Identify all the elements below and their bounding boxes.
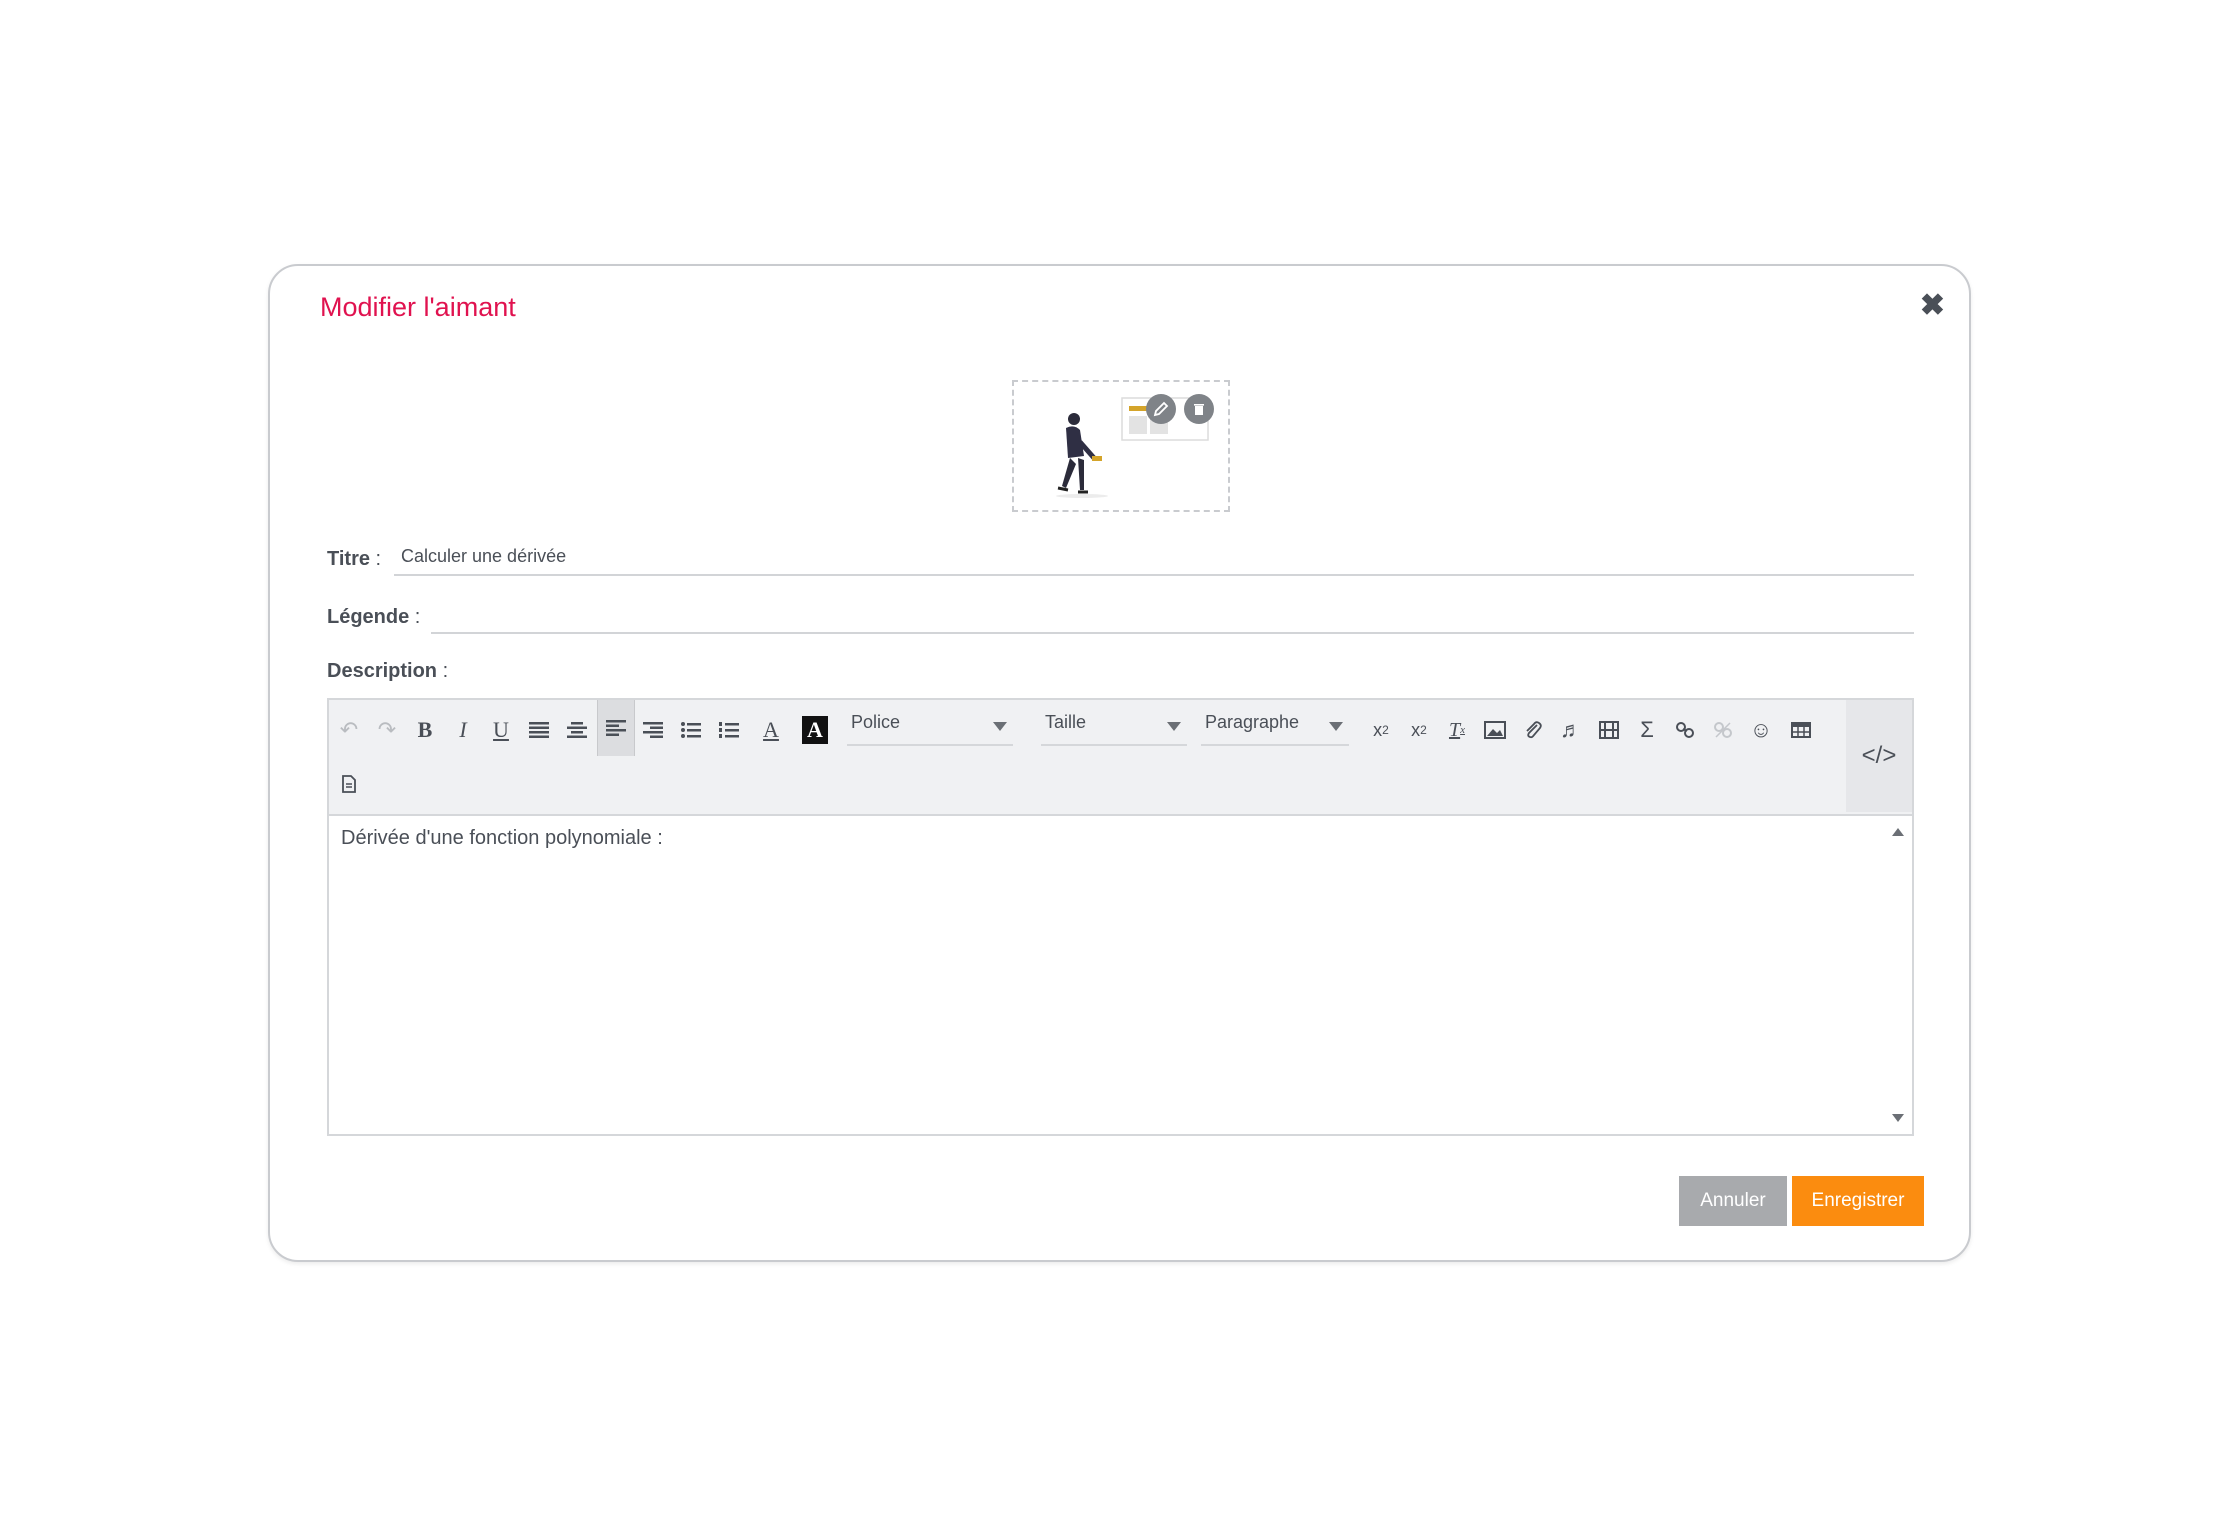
font-family-value: Police (851, 712, 901, 732)
unlink-icon[interactable] (1705, 706, 1741, 754)
code-icon: </> (1861, 742, 1897, 769)
rich-text-editor: ↶ ↷ B I U A A Police Taille Paragraphe x… (327, 698, 1914, 1136)
formula-icon[interactable]: Σ (1629, 706, 1665, 754)
font-size-select[interactable]: Taille (1041, 712, 1187, 746)
editor-content-area[interactable]: Dérivée d'une fonction polynomiale : (329, 814, 1912, 1134)
description-label-text: Description (327, 660, 438, 682)
title-input[interactable]: Calculer une dérivée (394, 542, 1914, 576)
scroll-up-icon[interactable] (1892, 828, 1904, 836)
title-label-sep: : (369, 548, 382, 570)
caption-label-sep: : (409, 606, 421, 628)
clear-format-icon[interactable]: Tx (1439, 706, 1475, 754)
image-icon[interactable] (1477, 706, 1513, 754)
cancel-button[interactable]: Annuler (1679, 1176, 1787, 1226)
numbered-list-icon[interactable] (711, 706, 747, 754)
chevron-down-icon (1329, 722, 1343, 731)
text-color-icon[interactable]: A (751, 706, 791, 754)
link-icon[interactable] (1667, 706, 1703, 754)
caption-label-text: Légende (327, 606, 410, 628)
edit-magnet-dialog: Modifier l'aimant ✖ Titre : Calculer une… (268, 264, 1971, 1262)
title-label-text: Titre (327, 548, 370, 570)
superscript-icon[interactable]: x2 (1401, 706, 1437, 754)
table-icon[interactable] (1783, 706, 1819, 754)
underline-icon[interactable]: U (483, 706, 519, 754)
align-justify-icon[interactable] (521, 706, 557, 754)
paragraph-format-select[interactable]: Paragraphe (1201, 712, 1349, 746)
magnet-image[interactable] (1012, 380, 1230, 512)
align-left-icon[interactable] (597, 700, 635, 756)
chevron-down-icon (1167, 722, 1181, 731)
redo-icon[interactable]: ↷ (369, 706, 405, 754)
description-label: Description : (327, 660, 448, 683)
audio-icon[interactable]: ♬ (1553, 706, 1589, 754)
align-right-icon[interactable] (635, 706, 671, 754)
description-label-sep: : (437, 660, 449, 682)
chevron-down-icon (993, 722, 1007, 731)
scroll-down-icon[interactable] (1892, 1114, 1904, 1122)
bullet-list-icon[interactable] (673, 706, 709, 754)
attachment-icon[interactable] (1515, 706, 1551, 754)
document-icon[interactable] (331, 760, 367, 808)
subscript-icon[interactable]: x2 (1363, 706, 1399, 754)
align-center-icon[interactable] (559, 706, 595, 754)
trash-icon[interactable] (1184, 394, 1214, 424)
save-button[interactable]: Enregistrer (1792, 1176, 1924, 1226)
paragraph-format-value: Paragraphe (1205, 712, 1300, 732)
caption-label: Légende : (327, 606, 420, 629)
emoji-icon[interactable]: ☺ (1743, 706, 1779, 754)
title-label: Titre : (327, 548, 381, 571)
undo-icon[interactable]: ↶ (331, 706, 367, 754)
bold-icon[interactable]: B (407, 706, 443, 754)
pencil-icon[interactable] (1146, 394, 1176, 424)
background-color-icon[interactable]: A (797, 706, 833, 754)
editor-text[interactable]: Dérivée d'une fonction polynomiale : (341, 827, 663, 850)
font-family-select[interactable]: Police (847, 712, 1013, 746)
font-size-value: Taille (1045, 712, 1087, 732)
italic-icon[interactable]: I (445, 706, 481, 754)
caption-input[interactable] (431, 600, 1914, 634)
close-icon[interactable]: ✖ (1920, 288, 1945, 323)
dialog-title: Modifier l'aimant (320, 292, 516, 322)
editor-toolbar: ↶ ↷ B I U A A Police Taille Paragraphe x… (329, 700, 1912, 816)
video-icon[interactable] (1591, 706, 1627, 754)
code-view-button[interactable]: </> (1846, 700, 1912, 812)
